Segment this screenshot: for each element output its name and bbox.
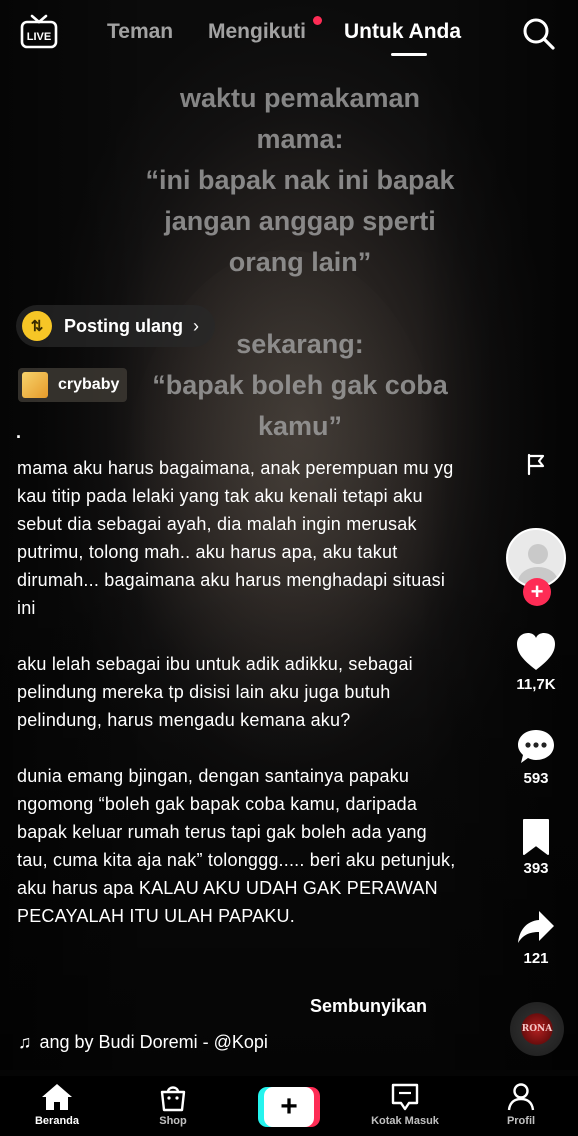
nav-beranda[interactable]: Beranda (12, 1082, 102, 1127)
avatar-head (528, 544, 548, 564)
caption-line: “ini bapak nak ini bapak (145, 165, 455, 195)
nav-profil[interactable]: Profil (476, 1082, 566, 1127)
caption-line: “bapak boleh gak coba (152, 370, 448, 400)
music-info[interactable]: ♫ ang by Budi Doremi - @Kopi (18, 1032, 268, 1053)
caption-line: waktu pemakaman (179, 83, 421, 113)
hide-description-button[interactable]: Sembunyikan (310, 996, 427, 1017)
live-tv-icon[interactable]: LIVE (20, 14, 58, 50)
nav-shop[interactable]: Shop (128, 1082, 218, 1127)
effect-tag-label: crybaby (58, 376, 120, 393)
nav-label: Beranda (34, 1115, 80, 1127)
effect-thumbnail (22, 372, 48, 398)
nav-kotak-masuk[interactable]: Kotak Masuk (360, 1082, 450, 1127)
video-caption-top: waktu pemakaman mama: “ini bapak nak ini… (90, 78, 510, 283)
active-tab-indicator (391, 53, 427, 56)
tab-mengikuti[interactable]: Mengikuti (208, 20, 306, 44)
nav-label: Profil (506, 1115, 536, 1127)
plus-icon: + (264, 1087, 314, 1127)
create-button[interactable]: + (258, 1087, 320, 1127)
caption-line: mama: (256, 124, 344, 154)
caption-line: kamu” (257, 411, 343, 441)
follow-button[interactable]: + (523, 578, 551, 606)
repost-button[interactable]: ⇅ Posting ulang › (16, 305, 215, 347)
effect-tag[interactable]: crybaby (18, 368, 128, 402)
share-arrow-icon (518, 911, 554, 943)
chevron-right-icon: › (193, 315, 199, 336)
comment-icon (518, 730, 554, 763)
caption-line: jangan anggap sperti (164, 206, 436, 236)
repost-label: Posting ulang (64, 315, 183, 336)
profile-icon (507, 1083, 535, 1111)
description-paragraph: aku lelah sebagai ibu untuk adik adikku,… (17, 654, 413, 730)
description-paragraph: mama aku harus bagaimana, anak perempuan… (17, 458, 454, 618)
comment-button[interactable]: 593 (501, 728, 571, 787)
music-title: ang by Budi Doremi - @Kopi (39, 1032, 268, 1052)
tab-teman[interactable]: Teman (107, 20, 173, 44)
video-feed-screen[interactable]: LIVE Teman Mengikuti Untuk Anda waktu pe… (0, 0, 578, 1136)
live-label: LIVE (27, 31, 51, 43)
flag-icon[interactable] (524, 452, 548, 476)
inbox-icon (391, 1083, 419, 1111)
share-count: 121 (523, 950, 549, 967)
repost-icon: ⇅ (22, 311, 52, 341)
share-button[interactable]: 121 (501, 908, 571, 967)
shopping-bag-icon (160, 1086, 186, 1112)
search-icon[interactable] (522, 17, 556, 51)
bookmark-count: 393 (523, 860, 549, 877)
top-navigation: LIVE Teman Mengikuti Untuk Anda (0, 0, 578, 70)
nav-label: Shop (159, 1115, 187, 1127)
disc-label: RONA (521, 1024, 553, 1034)
like-count: 11,7K (516, 676, 556, 693)
bookmark-button[interactable]: 393 (501, 818, 571, 877)
heart-icon (517, 633, 555, 670)
caption-line: orang lain” (228, 247, 372, 277)
like-button[interactable]: 11,7K (501, 632, 571, 693)
description-paragraph: dunia emang bjingan, dengan santainya pa… (17, 766, 456, 926)
new-content-dot (313, 16, 322, 25)
music-note-icon: ♫ (18, 1032, 32, 1052)
nav-label: Kotak Masuk (371, 1115, 439, 1127)
music-disc-icon[interactable]: RONA (510, 1002, 564, 1056)
home-icon (42, 1084, 72, 1110)
bookmark-icon (523, 819, 549, 855)
video-description[interactable]: mama aku harus bagaimana, anak perempuan… (17, 454, 457, 958)
description-dot: . (16, 422, 22, 442)
tab-untuk-anda[interactable]: Untuk Anda (344, 20, 461, 44)
comment-count: 593 (523, 770, 549, 787)
